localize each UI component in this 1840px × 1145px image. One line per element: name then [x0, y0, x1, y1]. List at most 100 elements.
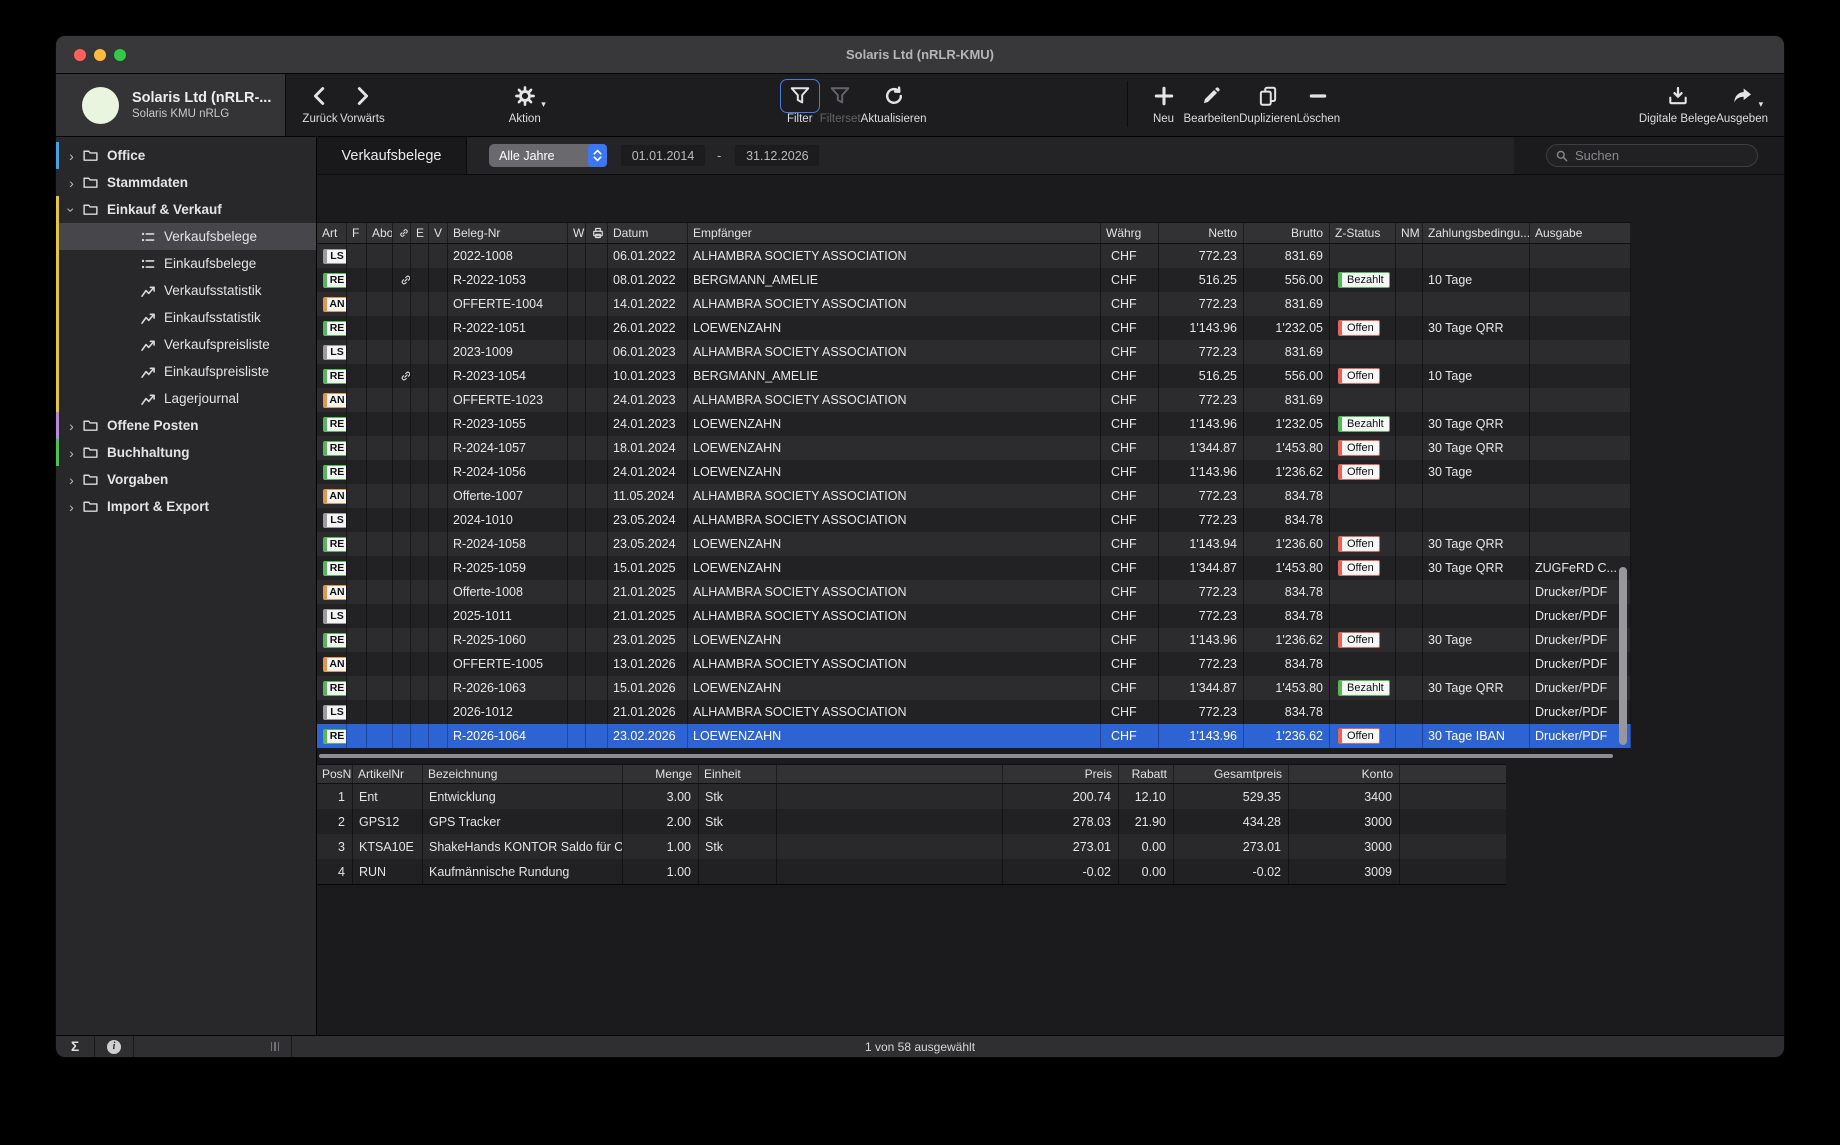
- sidebar-item-verkaufsbelege[interactable]: Verkaufsbelege: [56, 223, 316, 250]
- search-input[interactable]: Suchen: [1546, 144, 1758, 167]
- table-row[interactable]: RER-2026-106315.01.2026LOEWENZAHNCHF1'34…: [317, 676, 1631, 700]
- toolbar-output-button[interactable]: ▾Ausgeben: [1716, 79, 1768, 125]
- table-row[interactable]: ANOFFERTE-100414.01.2022ALHAMBRA SOCIETY…: [317, 292, 1631, 316]
- toolbar-back-button[interactable]: Zurück: [300, 79, 340, 125]
- date-from-field[interactable]: 01.01.2014: [621, 145, 705, 166]
- detail-column-header-gesamtpreis[interactable]: Gesamtpreis: [1174, 765, 1289, 783]
- column-header-zb[interactable]: Zahlungsbedingu...: [1423, 223, 1530, 243]
- table-row[interactable]: LS2026-101221.01.2026ALHAMBRA SOCIETY AS…: [317, 700, 1631, 724]
- column-header-brutto[interactable]: Brutto: [1244, 223, 1330, 243]
- toolbar-forward-button[interactable]: Vorwärts: [340, 79, 385, 125]
- table-row[interactable]: ANOFFERTE-100513.01.2026ALHAMBRA SOCIETY…: [317, 652, 1631, 676]
- column-header-link[interactable]: [393, 223, 411, 243]
- table-row[interactable]: RER-2023-105524.01.2023LOEWENZAHNCHF1'14…: [317, 412, 1631, 436]
- table-row[interactable]: ANOFFERTE-102324.01.2023ALHAMBRA SOCIETY…: [317, 388, 1631, 412]
- column-header-waehrg[interactable]: Währg: [1101, 223, 1159, 243]
- column-header-datum[interactable]: Datum: [608, 223, 688, 243]
- account-header[interactable]: Solaris Ltd (nRLR-... Solaris KMU nRLG: [56, 74, 286, 136]
- sidebar-item-office[interactable]: ›Office: [56, 142, 316, 169]
- detail-column-header-bezeichnung[interactable]: Bezeichnung: [423, 765, 623, 783]
- table-row[interactable]: RER-2022-105308.01.2022BERGMANN_AMELIECH…: [317, 268, 1631, 292]
- minimize-button[interactable]: [94, 49, 106, 61]
- title-bar[interactable]: Solaris Ltd (nRLR-KMU): [56, 36, 1784, 74]
- year-select[interactable]: Alle Jahre: [489, 144, 607, 167]
- table-row[interactable]: LS2024-101023.05.2024ALHAMBRA SOCIETY AS…: [317, 508, 1631, 532]
- table-row[interactable]: LS2025-101121.01.2025ALHAMBRA SOCIETY AS…: [317, 604, 1631, 628]
- toolbar-filter-button[interactable]: Filter: [780, 79, 820, 125]
- toolbar-digital-documents-button[interactable]: Digitale Belege: [1639, 79, 1716, 125]
- table-row[interactable]: LS2023-100906.01.2023ALHAMBRA SOCIETY AS…: [317, 340, 1631, 364]
- chevron-collapsed-icon[interactable]: ›: [65, 500, 78, 514]
- column-header-f[interactable]: F: [347, 223, 367, 243]
- sidebar-item-offene-posten[interactable]: ›Offene Posten: [56, 412, 316, 439]
- sidebar-item-einkaufsstatistik[interactable]: Einkaufsstatistik: [56, 304, 316, 331]
- column-header-zstatus[interactable]: Z-Status: [1330, 223, 1396, 243]
- column-header-empf[interactable]: Empfänger: [688, 223, 1101, 243]
- table-row[interactable]: RER-2025-105915.01.2025LOEWENZAHNCHF1'34…: [317, 556, 1631, 580]
- zoom-button[interactable]: [114, 49, 126, 61]
- detail-column-header-tail[interactable]: [1400, 765, 1506, 783]
- chevron-collapsed-icon[interactable]: ›: [65, 176, 78, 190]
- column-header-art[interactable]: Art: [317, 223, 347, 243]
- toolbar-duplicate-button[interactable]: Duplizieren: [1239, 79, 1297, 125]
- column-header-e[interactable]: E: [411, 223, 429, 243]
- sidebar-item-einkaufsbelege[interactable]: Einkaufsbelege: [56, 250, 316, 277]
- detail-column-header-menge[interactable]: Menge: [623, 765, 699, 783]
- table-row[interactable]: RER-2024-105823.05.2024LOEWENZAHNCHF1'14…: [317, 532, 1631, 556]
- detail-column-header-einheit[interactable]: Einheit: [699, 765, 777, 783]
- sidebar-item-buchhaltung[interactable]: ›Buchhaltung: [56, 439, 316, 466]
- table-row[interactable]: LS2022-100806.01.2022ALHAMBRA SOCIETY AS…: [317, 244, 1631, 268]
- column-header-v[interactable]: V: [429, 223, 448, 243]
- date-to-field[interactable]: 31.12.2026: [735, 145, 819, 166]
- toolbar-new-button[interactable]: Neu: [1144, 79, 1184, 125]
- table-row[interactable]: RER-2023-105410.01.2023BERGMANN_AMELIECH…: [317, 364, 1631, 388]
- sidebar-item-einkauf-verkauf[interactable]: ›Einkauf & Verkauf: [56, 196, 316, 223]
- detail-column-header-posnr[interactable]: PosNr: [317, 765, 353, 783]
- sidebar-item-verkaufspreisliste[interactable]: Verkaufspreisliste: [56, 331, 316, 358]
- sidebar-item-lagerjournal[interactable]: Lagerjournal: [56, 385, 316, 412]
- chevron-collapsed-icon[interactable]: ›: [65, 446, 78, 460]
- table-row[interactable]: RER-2022-105126.01.2022LOEWENZAHNCHF1'14…: [317, 316, 1631, 340]
- toolbar-refresh-button[interactable]: Aktualisieren: [861, 79, 927, 125]
- horizontal-scrollbar-thumb[interactable]: [319, 754, 1613, 758]
- column-header-nm[interactable]: NM: [1396, 223, 1423, 243]
- sidebar-item-stammdaten[interactable]: ›Stammdaten: [56, 169, 316, 196]
- chevron-expanded-icon[interactable]: ›: [65, 203, 79, 216]
- table-row[interactable]: ANOfferte-100821.01.2025ALHAMBRA SOCIETY…: [317, 580, 1631, 604]
- detail-column-header-konto[interactable]: Konto: [1289, 765, 1400, 783]
- table-row[interactable]: RER-2026-106423.02.2026LOEWENZAHNCHF1'14…: [317, 724, 1631, 748]
- chevron-collapsed-icon[interactable]: ›: [65, 419, 78, 433]
- table-row[interactable]: ANOfferte-100711.05.2024ALHAMBRA SOCIETY…: [317, 484, 1631, 508]
- sidebar-item-vorgaben[interactable]: ›Vorgaben: [56, 466, 316, 493]
- column-header-netto[interactable]: Netto: [1159, 223, 1244, 243]
- detail-table-row[interactable]: 1EntEntwicklung3.00Stk200.7412.10529.353…: [317, 784, 1506, 809]
- toolbar-edit-button[interactable]: Bearbeiten: [1184, 79, 1240, 125]
- toolbar-filterset-button[interactable]: Filterset: [820, 79, 861, 125]
- detail-column-header-spacer[interactable]: [777, 765, 1003, 783]
- vertical-scrollbar[interactable]: [1617, 244, 1629, 748]
- column-header-ausgabe[interactable]: Ausgabe: [1530, 223, 1631, 243]
- sum-button[interactable]: Σ: [56, 1036, 95, 1057]
- info-button[interactable]: i: [95, 1036, 134, 1057]
- toolbar-delete-button[interactable]: Löschen: [1297, 79, 1340, 125]
- column-header-abo[interactable]: Abo: [367, 223, 393, 243]
- sidebar-item-import-export[interactable]: ›Import & Export: [56, 493, 316, 520]
- table-row[interactable]: RER-2025-106023.01.2025LOEWENZAHNCHF1'14…: [317, 628, 1631, 652]
- table-row[interactable]: RER-2024-105718.01.2024LOEWENZAHNCHF1'34…: [317, 436, 1631, 460]
- sidebar-resize-handle[interactable]: [134, 1036, 292, 1057]
- vertical-scrollbar-thumb[interactable]: [1619, 567, 1627, 745]
- column-header-print[interactable]: [586, 223, 608, 243]
- sidebar-item-einkaufspreisliste[interactable]: Einkaufspreisliste: [56, 358, 316, 385]
- column-header-w[interactable]: W: [568, 223, 586, 243]
- detail-table-row[interactable]: 3KTSA10EShakeHands KONTOR Saldo für OS X…: [317, 834, 1506, 859]
- column-header-beleg[interactable]: Beleg-Nr: [448, 223, 568, 243]
- sidebar-item-verkaufsstatistik[interactable]: Verkaufsstatistik: [56, 277, 316, 304]
- chevron-collapsed-icon[interactable]: ›: [65, 149, 78, 163]
- detail-column-header-preis[interactable]: Preis: [1003, 765, 1119, 783]
- table-row[interactable]: RER-2024-105624.01.2024LOEWENZAHNCHF1'14…: [317, 460, 1631, 484]
- close-button[interactable]: [74, 49, 86, 61]
- chevron-collapsed-icon[interactable]: ›: [65, 473, 78, 487]
- detail-column-header-artikelnr[interactable]: ArtikelNr: [353, 765, 423, 783]
- horizontal-scrollbar[interactable]: [317, 750, 1631, 762]
- toolbar-action-button[interactable]: ▾Aktion: [505, 79, 545, 125]
